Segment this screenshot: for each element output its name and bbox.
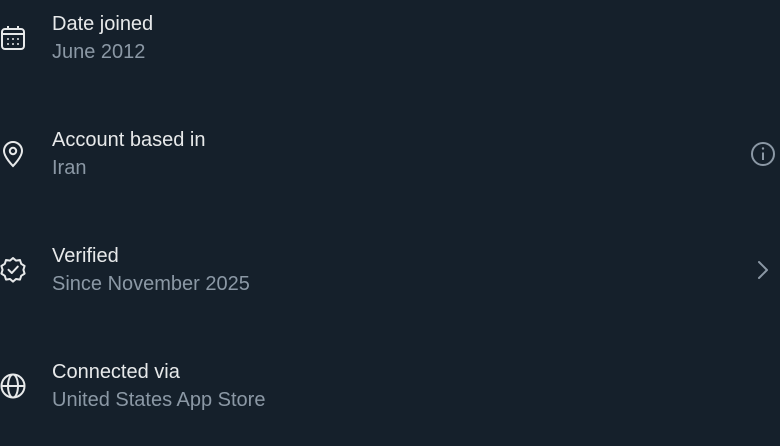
- detail-title: Date joined: [52, 13, 154, 35]
- chevron-right-icon[interactable]: [750, 257, 776, 283]
- detail-value: June 2012: [52, 41, 146, 63]
- detail-text: Verified Since November 2025: [52, 244, 250, 296]
- location-pin-icon: [0, 140, 28, 168]
- detail-text: Connected via United States App Store: [52, 360, 265, 412]
- detail-row-account-based-in: Account based in Iran: [0, 124, 780, 184]
- detail-row-date-joined: Date joined June 2012: [0, 8, 780, 68]
- globe-icon: [0, 372, 28, 400]
- verified-badge-icon: [0, 256, 28, 284]
- detail-text: Date joined June 2012: [52, 12, 153, 64]
- detail-title: Connected via: [52, 361, 180, 383]
- detail-value: United States App Store: [52, 389, 266, 411]
- detail-title: Account based in: [52, 129, 206, 151]
- detail-row-connected-via: Connected via United States App Store: [0, 356, 780, 416]
- calendar-icon: [0, 24, 28, 52]
- detail-value: Since November 2025: [52, 273, 250, 295]
- detail-row-verified[interactable]: Verified Since November 2025: [0, 240, 780, 300]
- detail-title: Verified: [52, 245, 119, 267]
- detail-value: Iran: [52, 157, 87, 179]
- info-icon[interactable]: [750, 141, 776, 167]
- detail-text: Account based in Iran: [52, 128, 205, 180]
